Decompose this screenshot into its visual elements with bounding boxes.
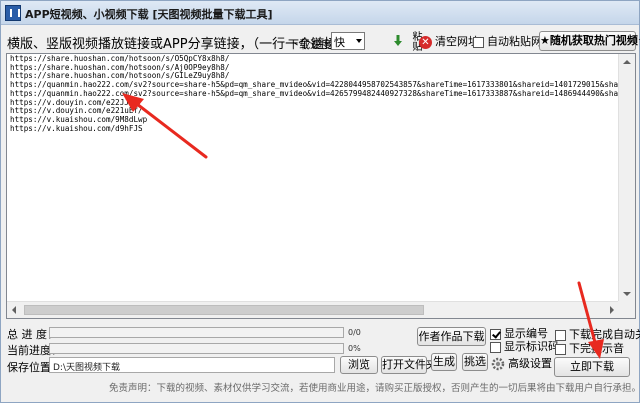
main-window: APP短视频、小视频下载 [天图视频批量下载工具] 横版、竖版视频播放链接或AP…: [0, 0, 640, 403]
clear-x-icon: ✕: [419, 35, 432, 49]
scroll-corner: [618, 301, 635, 318]
current-progress-count: 0%: [348, 344, 361, 353]
auto-paste-checkbox[interactable]: [473, 36, 484, 48]
show-mark-option[interactable]: 显示标识码: [490, 338, 559, 354]
open-folder-button[interactable]: 打开文件夹: [381, 356, 437, 374]
window-title: APP短视频、小视频下载 [天图视频批量下载工具]: [25, 8, 273, 21]
author-works-download-button[interactable]: 作者作品下载: [417, 327, 486, 346]
beep-checkbox[interactable]: [555, 343, 566, 355]
gear-icon: [491, 357, 505, 371]
speed-select[interactable]: 快: [331, 32, 365, 50]
link-line: https://v.kuaishou.com/d9hFJS: [10, 123, 143, 133]
scroll-down-icon[interactable]: [619, 285, 635, 302]
links-textarea[interactable]: https://share.huoshan.com/hotsoon/s/O5Qp…: [6, 53, 636, 319]
browse-button[interactable]: 浏览: [340, 356, 378, 374]
total-progress-count: 0/0: [348, 328, 361, 337]
random-hot-video-button[interactable]: ★随机获取热门视频★: [539, 31, 640, 51]
disclaimer-text: 免责声明：下载的视频、素材仅供学习交流，若使用商业用途，请购买正版授权，否则产生…: [109, 383, 640, 394]
vertical-scrollbar[interactable]: [618, 54, 635, 302]
title-bar: APP短视频、小视频下载 [天图视频批量下载工具]: [1, 1, 639, 25]
auto-shutdown-checkbox[interactable]: [555, 329, 566, 341]
scroll-up-icon[interactable]: [619, 54, 635, 71]
speed-value: 快: [334, 36, 345, 49]
pick-button[interactable]: 挑选: [462, 353, 488, 371]
show-mark-checkbox[interactable]: [490, 341, 501, 353]
advanced-settings-label: 高级设置: [508, 357, 552, 370]
app-logo-icon: [5, 5, 21, 21]
horizontal-scroll-thumb[interactable]: [24, 305, 424, 315]
horizontal-scrollbar[interactable]: [7, 301, 619, 318]
beep-label: 下完提示音: [569, 342, 624, 355]
links-text: https://share.huoshan.com/hotsoon/s/O5Qp…: [10, 54, 635, 133]
beep-option[interactable]: 下完提示音: [555, 340, 624, 356]
paste-arrow-icon: [394, 35, 402, 46]
generate-button[interactable]: 生成: [431, 353, 457, 371]
chevron-down-icon: [356, 39, 362, 43]
current-progress-bar: [49, 343, 344, 354]
total-progress-bar: [49, 327, 344, 338]
start-download-button[interactable]: 立即下载: [554, 357, 630, 377]
show-mark-label: 显示标识码: [504, 340, 559, 353]
speed-label: 下载速度:: [288, 38, 336, 51]
advanced-settings-button[interactable]: 高级设置: [491, 355, 552, 371]
clear-urls-button[interactable]: ✕ 清空网址: [419, 33, 479, 49]
save-path-input[interactable]: D:\天图视频下载: [49, 357, 335, 373]
